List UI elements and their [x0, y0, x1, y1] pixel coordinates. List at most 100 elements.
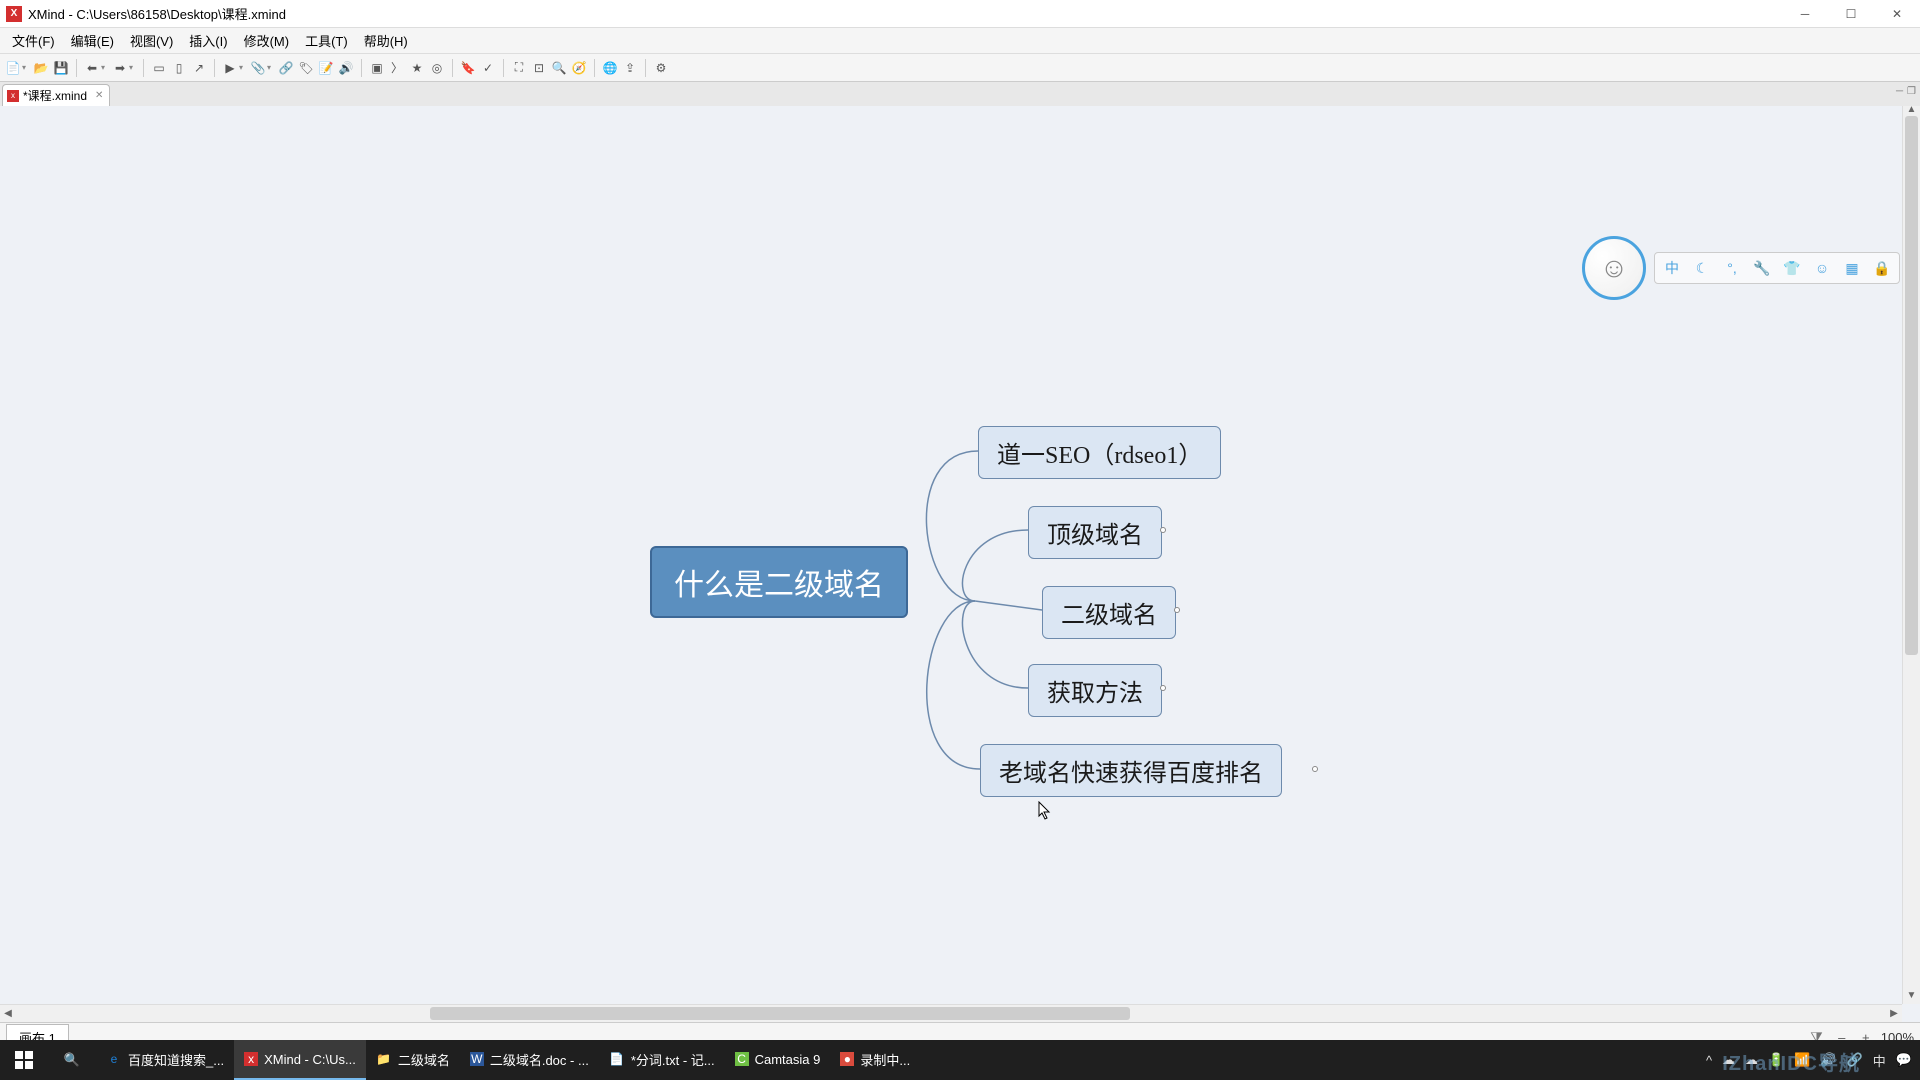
tray-app-icon[interactable]: ☁ — [1745, 1052, 1758, 1068]
drill-icon[interactable]: ◎ — [428, 59, 446, 77]
goto-icon[interactable]: 🧭 — [570, 59, 588, 77]
menu-edit[interactable]: 编辑(E) — [63, 29, 122, 52]
taskbar-item[interactable]: W 二级域名.doc - ... — [460, 1040, 599, 1080]
taskbar-item[interactable]: ● 录制中... — [830, 1040, 920, 1080]
collapse-handle-icon[interactable] — [1160, 685, 1166, 691]
taskbar-item-label: XMind - C:\Us... — [264, 1052, 356, 1067]
taskbar-item[interactable]: e 百度知道搜索_... — [96, 1040, 234, 1080]
zoom-icon[interactable]: 🔍 — [550, 59, 568, 77]
outdent-dropdown[interactable]: ▾ — [101, 63, 109, 72]
menu-view[interactable]: 视图(V) — [122, 29, 181, 52]
note-icon[interactable]: 📝 — [317, 59, 335, 77]
boundary-icon[interactable]: ▣ — [368, 59, 386, 77]
collapse-handle-icon[interactable] — [1160, 527, 1166, 533]
mindmap-child-label: 老域名快速获得百度排名 — [999, 761, 1263, 787]
tray-chevron-icon[interactable]: ^ — [1706, 1053, 1712, 1068]
ime-tool-icon[interactable]: 🔧 — [1751, 257, 1773, 279]
scroll-thumb[interactable] — [430, 1007, 1130, 1020]
tray-wifi-icon[interactable]: 📶 — [1794, 1052, 1810, 1068]
collapse-handle-icon[interactable] — [1174, 607, 1180, 613]
collapse-handle-icon[interactable] — [1312, 766, 1318, 772]
indent-icon[interactable]: ➡ — [111, 59, 129, 77]
label-icon[interactable]: 🏷 — [297, 59, 315, 77]
ime-avatar-icon[interactable]: ☺ — [1582, 236, 1646, 300]
fit-icon[interactable]: ⛶ — [510, 59, 528, 77]
taskbar-item[interactable]: x XMind - C:\Us... — [234, 1040, 366, 1080]
scroll-thumb[interactable] — [1905, 116, 1918, 655]
tray-ime-icon[interactable]: 中 — [1873, 1051, 1886, 1070]
scroll-right-icon[interactable]: ▶ — [1886, 1005, 1902, 1022]
mindmap-child-node[interactable]: 二级域名 — [1042, 586, 1176, 639]
tray-link-icon[interactable]: 🔗 — [1847, 1052, 1863, 1068]
ime-emoji-icon[interactable]: ☺ — [1811, 257, 1833, 279]
new-file-dropdown[interactable]: ▾ — [22, 63, 30, 72]
new-file-icon[interactable]: 📄 — [4, 59, 22, 77]
menu-tools[interactable]: 工具(T) — [297, 29, 356, 52]
tabbar-minimize-icon[interactable]: ─ — [1896, 86, 1903, 97]
ime-mode-button[interactable]: 中 — [1661, 257, 1683, 279]
indent-dropdown[interactable]: ▾ — [129, 63, 137, 72]
ime-moon-icon[interactable]: ☾ — [1691, 257, 1713, 279]
maximize-button[interactable]: ☐ — [1828, 0, 1874, 28]
present-icon[interactable]: ▶ — [221, 59, 239, 77]
ime-grid-icon[interactable]: ▦ — [1841, 257, 1863, 279]
taskbar-item-label: *分词.txt - 记... — [631, 1050, 715, 1069]
scroll-down-icon[interactable]: ▼ — [1903, 990, 1920, 1006]
separator — [594, 59, 595, 77]
mindmap-child-node[interactable]: 顶级域名 — [1028, 506, 1162, 559]
subtopic-icon[interactable]: ▯ — [170, 59, 188, 77]
taskbar-item[interactable]: 📄 *分词.txt - 记... — [599, 1040, 725, 1080]
tray-notification-icon[interactable]: 💬 — [1896, 1052, 1912, 1068]
actual-icon[interactable]: ⊡ — [530, 59, 548, 77]
mindmap-child-node[interactable]: 道一SEO（rdseo1） — [978, 426, 1221, 479]
ime-punct-icon[interactable]: °, — [1721, 257, 1743, 279]
menu-insert[interactable]: 插入(I) — [181, 29, 235, 52]
tray-battery-icon[interactable]: 🔋 — [1768, 1052, 1784, 1068]
menu-modify[interactable]: 修改(M) — [236, 29, 298, 52]
mindmap-child-node[interactable]: 老域名快速获得百度排名 — [980, 744, 1282, 797]
horizontal-scrollbar[interactable]: ◀ ▶ — [0, 1004, 1902, 1022]
ime-lock-icon[interactable]: 🔒 — [1871, 257, 1893, 279]
tabbar-restore-icon[interactable]: ❐ — [1907, 86, 1916, 97]
ime-floating-toolbar[interactable]: ☺ 中 ☾ °, 🔧 👕 ☺ ▦ 🔒 — [1582, 236, 1900, 300]
outdent-icon[interactable]: ⬅ — [83, 59, 101, 77]
clip-dropdown[interactable]: ▾ — [267, 63, 275, 72]
tag-icon[interactable]: 🔖 — [459, 59, 477, 77]
audio-icon[interactable]: 🔊 — [337, 59, 355, 77]
mindmap-root-node[interactable]: 什么是二级域名 — [650, 546, 908, 618]
scroll-left-icon[interactable]: ◀ — [0, 1005, 16, 1022]
taskbar-item-label: 百度知道搜索_... — [128, 1050, 224, 1069]
vertical-scrollbar[interactable]: ▲ ▼ — [1902, 106, 1920, 1004]
taskbar-item[interactable]: C Camtasia 9 — [725, 1040, 831, 1080]
start-button[interactable] — [0, 1040, 48, 1080]
minimize-button[interactable]: ─ — [1782, 0, 1828, 28]
summary-icon[interactable]: 〉 — [388, 59, 406, 77]
settings-icon[interactable]: ⚙ — [652, 59, 670, 77]
marker-icon[interactable]: ★ — [408, 59, 426, 77]
tray-volume-icon[interactable]: 🔊 — [1820, 1052, 1836, 1068]
taskbar-item[interactable]: 📁 二级域名 — [366, 1040, 460, 1080]
tab-close-icon[interactable]: ✕ — [95, 90, 103, 101]
task-icon[interactable]: ✓ — [479, 59, 497, 77]
save-icon[interactable]: 💾 — [52, 59, 70, 77]
export-icon[interactable]: ⇪ — [621, 59, 639, 77]
document-tab[interactable]: x *课程.xmind ✕ — [2, 84, 110, 106]
separator — [361, 59, 362, 77]
close-button[interactable]: ✕ — [1874, 0, 1920, 28]
clip-icon[interactable]: 📎 — [249, 59, 267, 77]
window-titlebar: X XMind - C:\Users\86158\Desktop\课程.xmin… — [0, 0, 1920, 28]
mindmap-child-node[interactable]: 获取方法 — [1028, 664, 1162, 717]
share-icon[interactable]: 🌐 — [601, 59, 619, 77]
open-file-icon[interactable]: 📂 — [32, 59, 50, 77]
topic-icon[interactable]: ▭ — [150, 59, 168, 77]
present-dropdown[interactable]: ▾ — [239, 63, 247, 72]
menu-file[interactable]: 文件(F) — [4, 29, 63, 52]
search-button[interactable]: 🔍 — [48, 1040, 96, 1080]
menu-help[interactable]: 帮助(H) — [356, 29, 416, 52]
relationship-icon[interactable]: ↗ — [190, 59, 208, 77]
tray-app-icon[interactable]: ☁ — [1722, 1052, 1735, 1068]
link-icon[interactable]: 🔗 — [277, 59, 295, 77]
ime-skin-icon[interactable]: 👕 — [1781, 257, 1803, 279]
canvas-area: 什么是二级域名 道一SEO（rdseo1） 顶级域名 二级域名 获取方法 老域名… — [0, 106, 1920, 1022]
mindmap-child-label: 顶级域名 — [1047, 523, 1143, 549]
